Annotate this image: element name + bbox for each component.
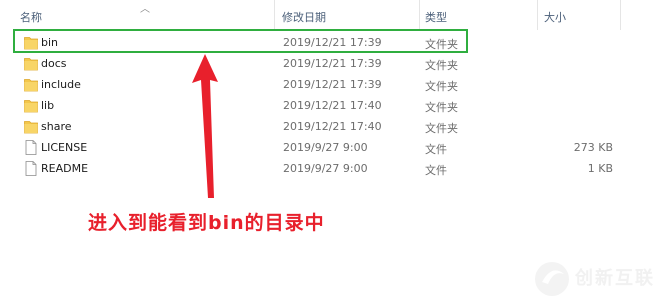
file-type: 文件夹: [425, 80, 458, 93]
red-arrow-icon: [192, 54, 218, 198]
file-date: 2019/9/27 9:00: [283, 162, 368, 175]
file-name: lib: [41, 99, 55, 112]
folder-icon: [24, 58, 38, 71]
file-type: 文件夹: [425, 122, 458, 135]
file-type: 文件夹: [425, 101, 458, 114]
column-divider[interactable]: [537, 0, 538, 30]
file-name: LICENSE: [41, 141, 88, 154]
folder-icon: [24, 79, 38, 92]
sort-ascending-icon[interactable]: ︿: [140, 0, 150, 15]
file-name: include: [41, 78, 81, 91]
column-size[interactable]: 大小: [544, 9, 566, 25]
list-item[interactable]: LICENSE 2019/9/27 9:00 文件 273 KB: [0, 137, 668, 158]
folder-icon: [24, 121, 38, 134]
file-name: docs: [41, 57, 67, 70]
folder-icon: [24, 100, 38, 113]
watermark-text: 创新互联: [575, 268, 655, 289]
list-item[interactable]: share 2019/12/21 17:40 文件夹: [0, 116, 668, 137]
list-item[interactable]: include 2019/12/21 17:39 文件夹: [0, 74, 668, 95]
column-type[interactable]: 类型: [425, 9, 447, 25]
list-item[interactable]: docs 2019/12/21 17:39 文件夹: [0, 53, 668, 74]
file-type: 文件: [425, 164, 447, 177]
file-size: 273 KB: [573, 141, 613, 154]
highlight-box: [13, 29, 468, 53]
file-date: 2019/12/21 17:39: [283, 78, 382, 91]
file-size: 1 KB: [587, 162, 613, 175]
file-date: 2019/9/27 9:00: [283, 141, 368, 154]
file-name: README: [41, 162, 89, 175]
column-divider[interactable]: [620, 0, 621, 30]
file-date: 2019/12/21 17:39: [283, 57, 382, 70]
column-date[interactable]: 修改日期: [282, 9, 326, 25]
column-divider[interactable]: [419, 0, 420, 30]
list-item[interactable]: README 2019/9/27 9:00 文件 1 KB: [0, 158, 668, 179]
file-type: 文件夹: [425, 59, 458, 72]
file-type: 文件: [425, 143, 447, 156]
column-header: ︿ 名称 修改日期 类型 大小: [0, 0, 668, 30]
column-name[interactable]: 名称: [20, 9, 42, 25]
list-item[interactable]: lib 2019/12/21 17:40 文件夹: [0, 95, 668, 116]
document-icon: [25, 161, 37, 176]
annotation-text: 进入到能看到bin的目录中: [88, 212, 325, 234]
column-divider[interactable]: [274, 0, 275, 30]
file-date: 2019/12/21 17:40: [283, 99, 382, 112]
file-date: 2019/12/21 17:40: [283, 120, 382, 133]
document-icon: [25, 140, 37, 155]
file-name: share: [41, 120, 72, 133]
